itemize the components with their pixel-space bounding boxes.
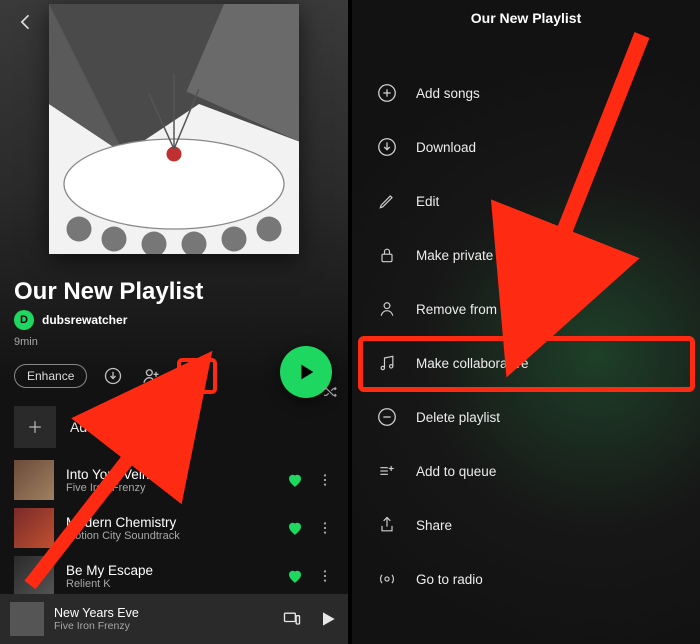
heart-icon[interactable] [286,519,304,537]
track-row[interactable]: Into Your Veins Five Iron Frenzy [14,456,334,504]
add-songs-row[interactable]: Add songs [14,406,136,448]
menu-add-songs[interactable]: Add songs [376,66,682,120]
heart-icon[interactable] [286,471,304,489]
track-title: Modern Chemistry [66,515,274,530]
more-options-icon[interactable] [185,364,209,388]
menu-label: Go to radio [416,572,483,587]
music-note-icon [376,352,398,374]
playlist-menu-screen: Our New Playlist Add songs Download Edit… [352,0,700,644]
download-icon[interactable] [101,364,125,388]
track-artist: Motion City Soundtrack [66,530,274,542]
track-title: Into Your Veins [66,467,274,482]
track-art [14,556,54,596]
menu-label: Download [416,140,476,155]
queue-icon [376,460,398,482]
track-art [14,508,54,548]
track-row[interactable]: Be My Escape Relient K [14,552,334,600]
menu-go-to-radio[interactable]: Go to radio [376,552,682,606]
menu-label: Make collaborative [416,356,529,371]
now-playing-bar[interactable]: New Years Eve Five Iron Frenzy [0,594,348,644]
now-playing-artist: Five Iron Frenzy [54,620,272,632]
download-icon [376,136,398,158]
album-cover [49,4,299,254]
menu-label: Delete playlist [416,410,500,425]
author-avatar: D [14,310,34,330]
heart-icon[interactable] [286,567,304,585]
menu-label: Remove from profile [416,302,538,317]
track-artist: Relient K [66,578,274,590]
more-options-highlight [177,358,217,394]
context-menu: Add songs Download Edit Make private Rem… [376,66,682,606]
profile-remove-icon [376,298,398,320]
track-row[interactable]: Modern Chemistry Motion City Soundtrack [14,504,334,552]
plus-icon [14,406,56,448]
add-songs-label: Add songs [70,419,136,435]
track-more-icon[interactable] [316,567,334,585]
devices-icon[interactable] [282,609,302,629]
lock-icon [376,244,398,266]
track-art [14,460,54,500]
shuffle-icon[interactable] [322,384,340,402]
share-icon [376,514,398,536]
enhance-button[interactable]: Enhance [14,364,87,388]
menu-label: Edit [416,194,439,209]
track-list: Into Your Veins Five Iron Frenzy Modern … [14,456,334,600]
track-artist: Five Iron Frenzy [66,482,274,494]
menu-make-collaborative[interactable]: Make collaborative [376,336,682,390]
menu-share[interactable]: Share [376,498,682,552]
add-user-icon[interactable] [139,364,163,388]
menu-download[interactable]: Download [376,120,682,174]
playlist-author[interactable]: D dubsrewatcher [14,310,127,330]
menu-make-private[interactable]: Make private [376,228,682,282]
menu-title: Our New Playlist [352,10,700,26]
pencil-icon [376,190,398,212]
radio-icon [376,568,398,590]
back-button[interactable] [14,10,38,34]
track-more-icon[interactable] [316,519,334,537]
menu-remove-profile[interactable]: Remove from profile [376,282,682,336]
playlist-duration: 9min [14,336,38,348]
author-name: dubsrewatcher [42,313,127,327]
menu-label: Add to queue [416,464,496,479]
menu-add-to-queue[interactable]: Add to queue [376,444,682,498]
track-more-icon[interactable] [316,471,334,489]
plus-circle-icon [376,82,398,104]
track-title: Be My Escape [66,563,274,578]
now-playing-title: New Years Eve [54,606,272,620]
menu-label: Share [416,518,452,533]
playlist-screen: Our New Playlist D dubsrewatcher 9min En… [0,0,348,644]
minus-circle-icon [376,406,398,428]
menu-label: Make private [416,248,493,263]
menu-edit[interactable]: Edit [376,174,682,228]
playlist-title: Our New Playlist [14,278,203,306]
now-playing-art [10,602,44,636]
menu-delete-playlist[interactable]: Delete playlist [376,390,682,444]
menu-label: Add songs [416,86,480,101]
play-icon[interactable] [318,609,338,629]
